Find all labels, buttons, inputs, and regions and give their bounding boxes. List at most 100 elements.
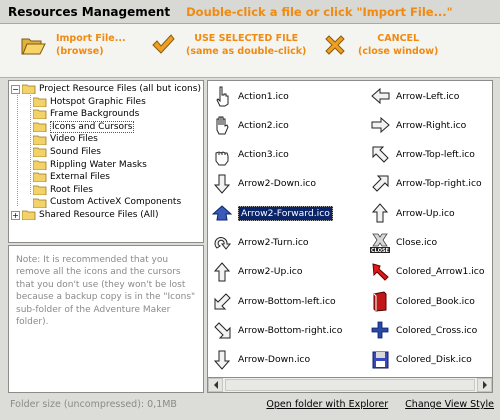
tree-item-hotspot-graphic-files[interactable]: Hotspot Graphic Files <box>11 96 201 109</box>
file-name: Arrow-Right.ico <box>396 119 467 131</box>
file-item-colored-disk-ico[interactable]: Colored_Disk.ico <box>370 349 492 371</box>
folder-icon <box>33 185 47 196</box>
file-item-action2-ico[interactable]: Action2.ico <box>212 114 352 136</box>
tree-item-root-files[interactable]: Root Files <box>11 184 201 197</box>
tree-item-label: Rippling Water Masks <box>50 159 147 170</box>
note-panel: Note: It is recommended that you remove … <box>8 245 204 393</box>
file-item-arrow-bottom-right-ico[interactable]: Arrow-Bottom-right.ico <box>212 319 352 341</box>
arrow-bottom-left-icon <box>214 293 231 310</box>
cancel-sublabel: (close window) <box>358 46 439 57</box>
file-name: Arrow2-Down.ico <box>238 178 316 190</box>
expand-toggle[interactable]: + <box>11 210 20 220</box>
change-view-style-link[interactable]: Change View Style <box>405 399 494 410</box>
open-folder-link[interactable]: Open folder with Explorer <box>266 399 388 410</box>
file-item-arrow2-forward-ico[interactable]: Arrow2-Forward.ico <box>212 202 352 224</box>
footer-links: Open folder with Explorer Change View St… <box>252 399 494 410</box>
folder-icon <box>33 97 47 107</box>
file-item-arrow-top-left-ico[interactable]: Arrow-Top-left.ico <box>370 144 492 166</box>
hand-grab-icon <box>215 151 229 166</box>
tree-item-custom-activex-components[interactable]: Custom ActiveX Components <box>11 196 201 209</box>
cancel-button[interactable]: CANCEL (close window) <box>322 32 438 58</box>
tree-item-sound-files[interactable]: Sound Files <box>11 146 201 159</box>
file-item-action1-ico[interactable]: Action1.ico <box>212 85 352 107</box>
file-name: Arrow-Down.ico <box>238 354 311 366</box>
file-item-colored-cross-ico[interactable]: Colored_Cross.ico <box>370 319 492 341</box>
open-folder-icon <box>21 38 46 55</box>
use-selected-file-label: USE SELECTED FILE <box>194 33 299 44</box>
file-name: Action2.ico <box>238 119 289 131</box>
file-item-arrow2-down-ico[interactable]: Arrow2-Down.ico <box>212 173 352 195</box>
file-item-action3-ico[interactable]: Action3.ico <box>212 144 352 166</box>
arrow-right-icon <box>371 117 390 134</box>
folder-icon <box>22 210 36 221</box>
hand-icon <box>216 116 229 135</box>
file-list[interactable]: Action1.ico Action2.ico Action3.ico Arrow2-… <box>207 80 493 378</box>
arrow-bottom-right-icon <box>214 322 231 339</box>
svg-text:CLOSE: CLOSE <box>371 248 390 254</box>
tree-item-label: Project Resource Files (all but icons) <box>39 84 201 94</box>
note-text: Note: It is recommended that you remove … <box>16 255 196 328</box>
red-arrow-icon <box>372 263 389 281</box>
tree-item-external-files[interactable]: External Files <box>11 171 201 184</box>
window-title: Resources Management <box>8 4 171 19</box>
chevron-right-icon <box>482 381 487 389</box>
floppy-disk-icon <box>372 351 389 369</box>
tree-item-label: Root Files <box>50 184 94 195</box>
folder-tree[interactable]: − Project Resource Files (all but icons)… <box>8 80 204 243</box>
file-name: Colored_Arrow1.ico <box>396 266 485 278</box>
file-name: Arrow-Top-left.ico <box>396 149 475 161</box>
arrow-top-right-icon <box>372 175 389 192</box>
file-name: Colored_Cross.ico <box>396 324 478 336</box>
tree-item-project-resource-files[interactable]: − Project Resource Files (all but icons) <box>11 83 201 96</box>
close-icon <box>325 35 345 55</box>
arrow-left-icon <box>371 87 390 105</box>
file-name: Arrow-Bottom-left.ico <box>238 295 336 307</box>
file-item-arrow-right-ico[interactable]: Arrow-Right.ico <box>370 114 492 136</box>
book-icon <box>373 291 387 312</box>
arrow-down-icon <box>213 350 231 370</box>
file-name: Colored_Disk.ico <box>396 354 472 366</box>
tree-item-label: Sound Files <box>50 146 101 157</box>
file-item-close-ico[interactable]: CLOSE Close.ico <box>370 232 492 254</box>
arrow-down-icon <box>213 174 231 194</box>
horizontal-scrollbar[interactable] <box>207 378 493 393</box>
file-name: Close.ico <box>396 237 438 248</box>
file-item-arrow-left-ico[interactable]: Arrow-Left.ico <box>370 85 492 107</box>
file-name: Arrow-Bottom-right.ico <box>238 324 343 336</box>
tree-item-frame-backgrounds[interactable]: Frame Backgrounds <box>11 108 201 121</box>
file-item-arrow-top-right-ico[interactable]: Arrow-Top-right.ico <box>370 173 492 195</box>
file-item-arrow-bottom-left-ico[interactable]: Arrow-Bottom-left.ico <box>212 290 352 312</box>
scroll-left-button[interactable] <box>208 378 223 392</box>
use-selected-file-sublabel: (same as double-click) <box>186 46 307 57</box>
collapse-toggle[interactable]: − <box>11 84 20 94</box>
tree-item-video-files[interactable]: Video Files <box>11 133 201 146</box>
tree-item-label: Icons and Cursors <box>50 121 135 134</box>
file-item-arrow2-up-ico[interactable]: Arrow2-Up.ico <box>212 261 352 283</box>
arrow-up-icon <box>213 262 231 282</box>
use-selected-file-button[interactable]: USE SELECTED FILE (same as double-click) <box>150 32 306 58</box>
file-name: Colored_Book.ico <box>396 295 475 307</box>
file-item-colored-book-ico[interactable]: Colored_Book.ico <box>370 290 492 312</box>
import-file-button[interactable]: Import File... (browse) <box>20 32 126 58</box>
checkmark-icon <box>152 34 175 54</box>
folder-icon <box>33 198 47 208</box>
import-file-label: Import File... <box>56 33 126 44</box>
file-item-arrow-down-ico[interactable]: Arrow-Down.ico <box>212 349 352 371</box>
file-name: Arrow-Up.ico <box>396 207 455 219</box>
arrow-up-icon <box>371 203 389 223</box>
tree-item-shared-resource-files[interactable]: + Shared Resource Files (All) <box>11 209 201 222</box>
scroll-right-button[interactable] <box>477 378 492 392</box>
import-file-sublabel: (browse) <box>56 46 104 57</box>
file-item-colored-arrow1-ico[interactable]: Colored_Arrow1.ico <box>370 261 492 283</box>
folder-size-status: Folder size (uncompressed): 0,1MB <box>10 399 177 410</box>
folder-icon <box>33 160 47 170</box>
file-item-arrow-up-ico[interactable]: Arrow-Up.ico <box>370 202 492 224</box>
tree-item-label: Hotspot Graphic Files <box>50 96 146 107</box>
file-item-arrow2-turn-ico[interactable]: Arrow2-Turn.ico <box>212 232 352 254</box>
tree-item-icons-and-cursors[interactable]: Icons and Cursors <box>11 121 201 134</box>
tree-item-rippling-water-masks[interactable]: Rippling Water Masks <box>11 159 201 172</box>
folder-icon <box>33 147 47 158</box>
scroll-thumb[interactable] <box>225 379 475 391</box>
arrow-top-left-icon <box>372 146 389 163</box>
file-name: Action3.ico <box>238 149 289 161</box>
